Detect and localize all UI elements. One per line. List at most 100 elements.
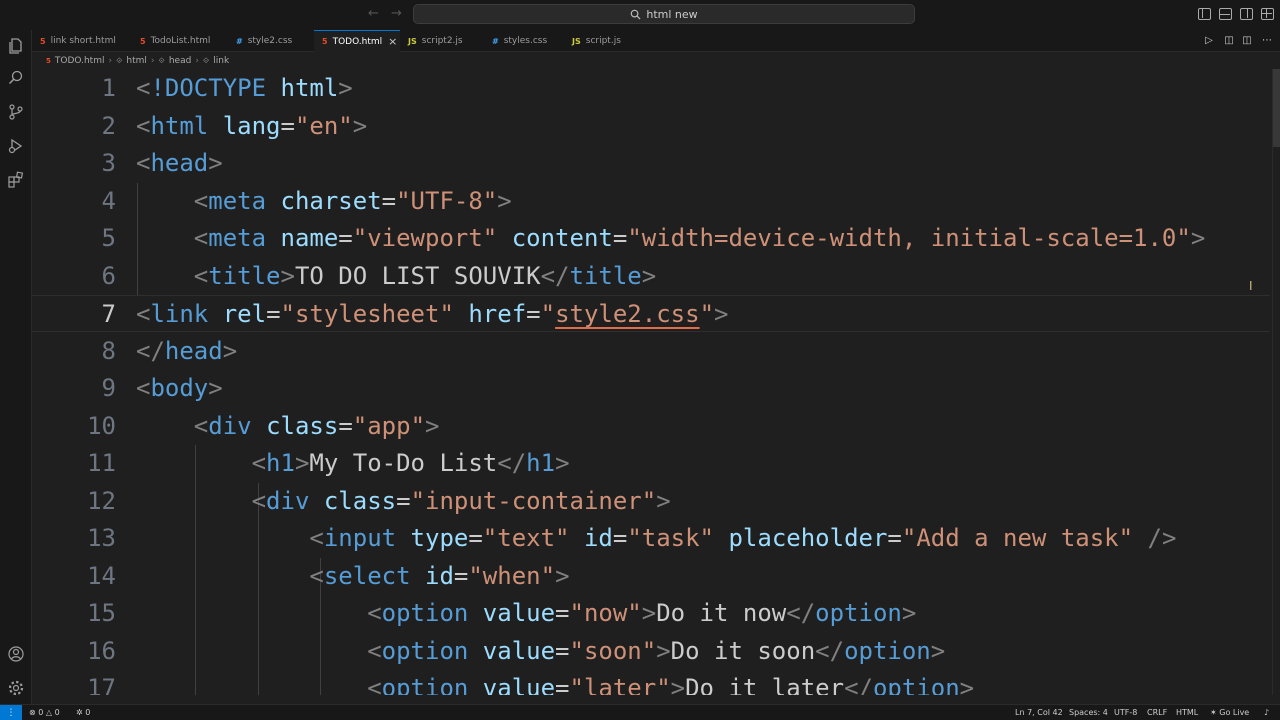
source-control-icon[interactable]	[6, 102, 26, 122]
vertical-scrollbar-thumb[interactable]	[1273, 69, 1280, 147]
bell-icon[interactable]: ♪	[1264, 705, 1269, 720]
cursor-position[interactable]: Ln 7, Col 42	[1015, 705, 1063, 720]
code-line[interactable]: 10 <div class="app">	[32, 408, 1270, 445]
code-token: <	[136, 374, 151, 402]
tab-link-short-html[interactable]: 5 link short.html	[32, 30, 128, 52]
breadcrumb-head[interactable]: head	[169, 56, 191, 66]
code-token: Do it now	[656, 599, 787, 627]
toggle-secondary-sidebar-icon[interactable]	[1240, 8, 1253, 20]
code-line[interactable]: 12 <div class="input-container">	[32, 483, 1270, 520]
tab-script-js[interactable]: JS script.js	[564, 30, 644, 52]
line-code: <meta name="viewport" content="width=dev…	[136, 220, 1206, 257]
element-icon: ⟐	[116, 55, 123, 65]
open-changes-icon[interactable]: ◫	[1223, 35, 1235, 47]
arrow-left-icon[interactable]: ←	[368, 7, 382, 21]
problems-indicator[interactable]: ⊗ 0 △ 0	[29, 705, 60, 720]
code-token: <	[136, 111, 151, 140]
tab-script2-js[interactable]: JS script2.js	[400, 30, 484, 52]
code-token: <	[193, 224, 209, 252]
toggle-panel-icon[interactable]	[1219, 8, 1232, 20]
code-token: value	[482, 674, 556, 695]
code-line[interactable]: 14 <select id="when">	[32, 558, 1270, 595]
code-token: >	[352, 111, 368, 140]
indentation[interactable]: Spaces: 4	[1069, 705, 1108, 720]
code-line[interactable]: 1 <!DOCTYPE html>	[32, 70, 1270, 107]
breadcrumb: 5 TODO.html › ⟐ html › ⟐ head › ⟐ link	[32, 52, 1280, 69]
tab-todo-html[interactable]: 5 TODO.html ×	[314, 30, 400, 52]
end-of-line[interactable]: CRLF	[1147, 705, 1167, 720]
code-line[interactable]: 17 <option value="later">Do it later</op…	[32, 670, 1270, 695]
code-line[interactable]: 9 <body>	[32, 370, 1270, 407]
broadcast-icon: ✶	[1210, 708, 1217, 717]
tab-styles-css[interactable]: # styles.css	[484, 30, 564, 52]
encoding[interactable]: UTF-8	[1114, 705, 1137, 720]
line-code: </head>	[136, 333, 237, 370]
code-token: =	[280, 111, 295, 140]
extensions-icon[interactable]	[6, 170, 26, 190]
go-live-button[interactable]: ✶ Go Live	[1210, 705, 1249, 720]
code-token: name	[280, 224, 339, 252]
command-center-search[interactable]: html new	[413, 4, 915, 24]
code-token: >	[208, 149, 223, 177]
status-bar: ⋮ ⊗ 0 △ 0 ✲ 0 Ln 7, Col 42 Spaces: 4 UTF…	[0, 704, 1280, 720]
code-editor[interactable]: 1 <!DOCTYPE html> 2 <html lang="en"> 3 <head>…	[32, 69, 1280, 695]
code-line[interactable]: 7 <link rel="stylesheet" href="style2.css…	[32, 295, 1270, 332]
breadcrumb-file[interactable]: TODO.html	[55, 56, 105, 66]
code-token: head	[164, 336, 223, 365]
code-token: class	[266, 411, 339, 440]
line-code: <select id="when">	[136, 558, 569, 595]
run-debug-icon[interactable]	[6, 136, 26, 156]
code-line[interactable]: 11 <h1>My To-Do List</h1>	[32, 445, 1270, 482]
code-token: <	[309, 561, 324, 590]
code-token: =	[468, 524, 483, 552]
close-icon[interactable]: ×	[388, 35, 397, 48]
code-line[interactable]: 6 <title>TO DO LIST SOUVIK</title>	[32, 258, 1270, 295]
chevron-right-icon: ›	[195, 55, 199, 66]
code-token: <	[367, 599, 382, 627]
more-actions-icon[interactable]: ⋯	[1261, 35, 1273, 47]
code-line[interactable]: 16 <option value="soon">Do it soon</opti…	[32, 633, 1270, 670]
code-line[interactable]: 3 <head>	[32, 145, 1270, 182]
run-icon[interactable]: ▷	[1203, 35, 1215, 47]
tab-todolist-html[interactable]: 5 TodoList.html	[132, 30, 224, 52]
code-token: select	[323, 561, 411, 590]
code-line[interactable]: 2 <html lang="en">	[32, 108, 1270, 145]
search-icon[interactable]	[6, 68, 26, 88]
language-mode[interactable]: HTML	[1176, 705, 1198, 720]
js-file-icon: JS	[408, 36, 417, 46]
code-token: Do it soon	[670, 636, 816, 665]
tab-style2-css[interactable]: # style2.css	[228, 30, 314, 52]
code-token: >	[656, 486, 671, 515]
command-center-text: html new	[646, 7, 698, 21]
code-line[interactable]: 15 <option value="now">Do it now</option…	[32, 595, 1270, 632]
code-token: option	[872, 674, 960, 695]
toggle-primary-sidebar-icon[interactable]	[1198, 8, 1211, 20]
code-token: <	[136, 149, 151, 177]
chevron-right-icon: ›	[150, 55, 155, 66]
code-token: "task"	[627, 524, 715, 552]
arrow-right-icon[interactable]: →	[391, 7, 405, 21]
line-number: 5	[101, 224, 116, 252]
code-token: <	[367, 674, 382, 695]
breadcrumb-link[interactable]: link	[213, 56, 229, 66]
gear-icon[interactable]	[6, 678, 26, 698]
split-editor-icon[interactable]: ◫	[1241, 35, 1253, 47]
code-line[interactable]: 4 <meta charset="UTF-8">	[32, 183, 1270, 220]
ports-indicator[interactable]: ✲ 0	[76, 705, 90, 720]
customize-layout-icon[interactable]	[1261, 8, 1274, 20]
explorer-icon[interactable]	[6, 36, 26, 56]
vertical-scrollbar[interactable]	[1272, 69, 1280, 695]
remote-icon[interactable]: ⋮	[0, 705, 22, 720]
breadcrumb-html[interactable]: html	[126, 56, 147, 66]
code-token: style2.css	[555, 300, 700, 328]
tab-label: script2.js	[421, 36, 463, 46]
code-line[interactable]: 13 <input type="text" id="task" placehol…	[32, 520, 1270, 557]
search-icon	[631, 9, 641, 20]
code-line[interactable]: 5 <meta name="viewport" content="width=d…	[32, 220, 1270, 257]
code-line[interactable]: 8 </head>	[32, 333, 1270, 370]
account-icon[interactable]	[6, 644, 26, 664]
